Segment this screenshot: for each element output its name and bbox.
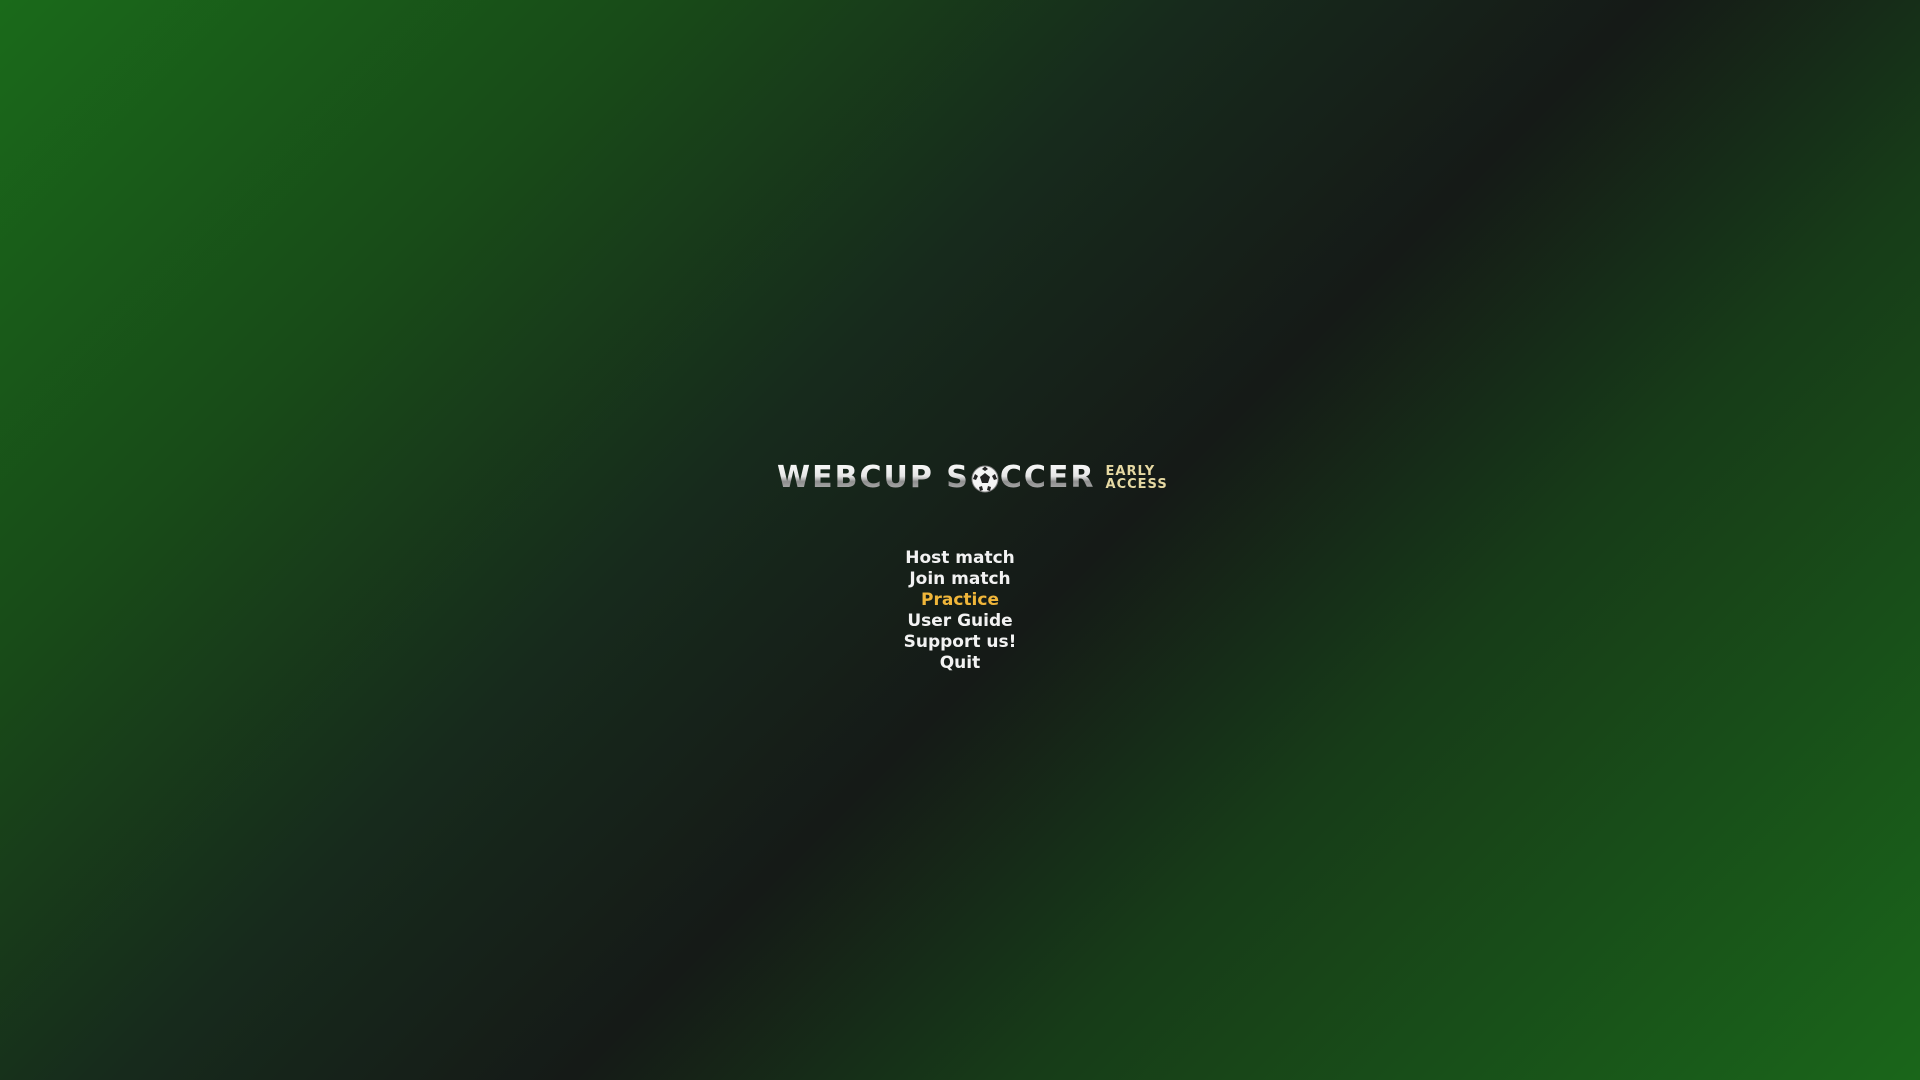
tag-line-access: ACCESS bbox=[1105, 477, 1168, 492]
soccer-ball-icon bbox=[971, 465, 999, 493]
menu-item-practice[interactable]: Practice bbox=[921, 590, 999, 611]
menu-item-user-guide[interactable]: User Guide bbox=[907, 611, 1012, 632]
logo-text-part2: CCER bbox=[999, 460, 1096, 495]
early-access-tag: EARLY ACCESS bbox=[1106, 465, 1168, 491]
game-logo: WEBCUP S CCER EARLY ACCESS bbox=[777, 460, 1167, 496]
menu-item-join-match[interactable]: Join match bbox=[909, 569, 1010, 590]
menu-item-host-match[interactable]: Host match bbox=[905, 548, 1015, 569]
main-menu: Host match Join match Practice User Guid… bbox=[0, 548, 1920, 674]
menu-item-quit[interactable]: Quit bbox=[940, 653, 981, 674]
logo-text-part1: WEBCUP S bbox=[777, 460, 970, 495]
menu-item-support-us[interactable]: Support us! bbox=[904, 632, 1017, 653]
